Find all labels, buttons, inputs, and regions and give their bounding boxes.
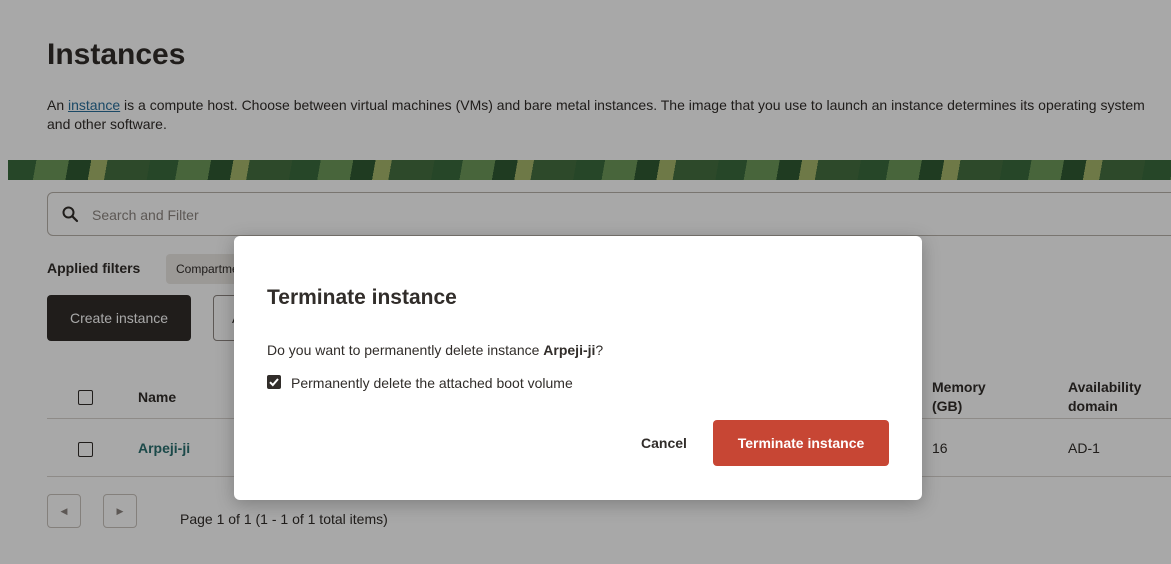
delete-boot-volume-label[interactable]: Permanently delete the attached boot vol… <box>291 375 573 391</box>
question-text: Do you want to permanently delete instan… <box>267 342 544 358</box>
checkmark-icon <box>269 378 279 387</box>
instance-name: Arpeji-ji <box>543 342 596 358</box>
delete-boot-volume-checkbox[interactable] <box>267 375 281 389</box>
dialog-title: Terminate instance <box>267 286 457 309</box>
question-text: ? <box>595 342 604 358</box>
terminate-instance-dialog: Terminate instance Do you want to perman… <box>234 236 922 500</box>
dialog-question: Do you want to permanently delete instan… <box>267 342 603 358</box>
cancel-button[interactable]: Cancel <box>624 422 704 464</box>
terminate-instance-button[interactable]: Terminate instance <box>713 420 889 466</box>
